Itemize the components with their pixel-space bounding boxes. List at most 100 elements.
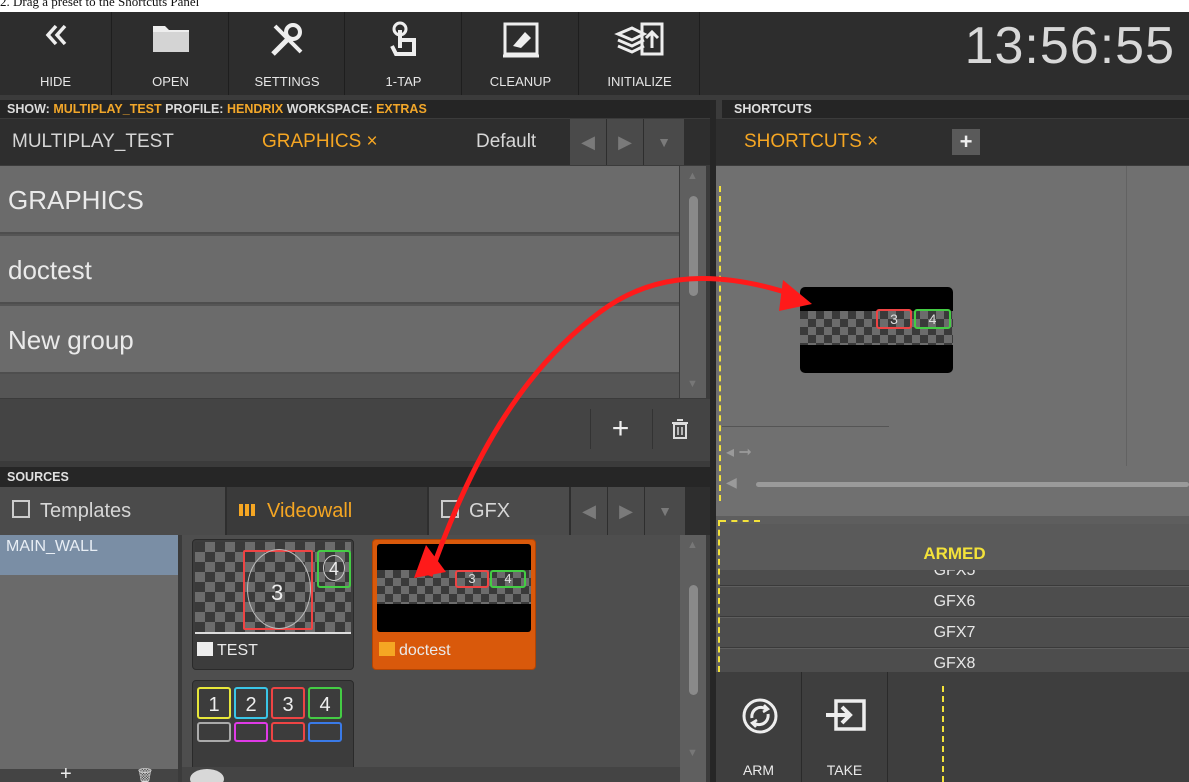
second-row-regions — [197, 722, 351, 742]
tab-multiplay-test[interactable]: MULTIPLAY_TEST — [12, 119, 232, 165]
region-number: 4 — [914, 309, 951, 329]
show-profile-bar: SHOW: MULTIPLAY_TEST PROFILE: HENDRIX WO… — [0, 100, 710, 118]
tab-scroll-right-button[interactable]: ▶ — [607, 119, 643, 165]
tab-scroll-left-button[interactable]: ◀ — [570, 119, 606, 165]
hide-label: HIDE — [39, 74, 72, 89]
sources-tabbar: Templates Videowall GFX ◀ ▶ ▼ — [0, 487, 710, 535]
preset-tile-test[interactable]: 3 4 TEST — [192, 539, 354, 670]
triangle-down-icon: ▼ — [658, 503, 672, 519]
armed-row[interactable]: GFX6 — [720, 587, 1189, 617]
shortcuts-hscrollbar[interactable] — [756, 482, 1189, 487]
cleanup-button[interactable]: CLEANUP — [463, 12, 579, 95]
preset-tile-area: 3 4 TEST 3 4 doctest 1 2 3 4 — [182, 535, 680, 782]
tab-shortcuts[interactable]: SHORTCUTS × — [744, 119, 924, 165]
cleanup-label: CLEANUP — [489, 74, 552, 89]
trash-icon — [671, 419, 688, 439]
wall-item-main-wall[interactable]: MAIN_WALL — [0, 535, 178, 575]
add-shortcuts-tab-button[interactable]: + — [952, 129, 980, 155]
tile-scrollbar[interactable]: ▲ ▼ — [680, 535, 706, 782]
tab-graphics[interactable]: GRAPHICS × — [262, 119, 422, 165]
one-tap-button[interactable]: 1-TAP — [346, 12, 462, 95]
group-scrollbar[interactable]: ▲ ▼ — [680, 166, 706, 398]
plus-icon: + — [611, 412, 630, 445]
group-bottom-bar: + — [0, 399, 710, 461]
workspace-value: EXTRAS — [376, 102, 427, 116]
take-label: TAKE — [826, 762, 863, 778]
videowall-icon — [239, 502, 257, 518]
region-number: 3 — [455, 570, 489, 588]
shortcuts-header: SHORTCUTS — [722, 100, 1189, 118]
folder-icon — [152, 26, 189, 52]
drop-zone-outline — [942, 686, 944, 782]
tab-default[interactable]: Default — [476, 119, 566, 165]
triangle-left-icon: ◀ — [581, 131, 595, 152]
zoom-slider-handle[interactable] — [190, 769, 224, 782]
scroll-down-icon: ▼ — [687, 378, 698, 390]
src-scroll-right-button[interactable]: ▶ — [608, 487, 644, 535]
region-frame: 4 — [317, 550, 351, 588]
workspace-label: WORKSPACE: — [286, 102, 373, 116]
take-button[interactable]: TAKE — [802, 672, 888, 782]
src-dropdown-button[interactable]: ▼ — [645, 487, 685, 535]
region-number: 3 — [876, 309, 912, 329]
eraser-icon — [502, 22, 539, 58]
templates-icon — [12, 500, 30, 518]
scroll-up-icon: ▲ — [687, 539, 698, 551]
initialize-label: INITIALIZE — [607, 74, 672, 89]
tab-gfx[interactable]: GFX — [429, 487, 569, 535]
open-button[interactable]: OPEN — [113, 12, 229, 95]
region-number: 1 — [197, 687, 231, 719]
preset-thumbnail: 3 4 — [377, 544, 531, 632]
tap-hand-icon — [389, 21, 416, 56]
tile-scroll-thumb[interactable] — [689, 585, 698, 695]
armed-row[interactable]: GFX5 — [720, 570, 1189, 586]
hide-button[interactable]: HIDE — [0, 12, 112, 95]
preset-thumbnail: 3 4 — [195, 542, 351, 634]
delete-group-button[interactable] — [652, 409, 706, 449]
toolbar: HIDE OPEN SETTINGS 1-TAP CLEANUP INITIAL… — [0, 12, 1189, 95]
triangle-right-icon: ▶ — [618, 131, 632, 152]
src-scroll-left-button[interactable]: ◀ — [571, 487, 607, 535]
action-bar: ARM TAKE — [716, 672, 1189, 782]
wrench-screwdriver-icon — [271, 23, 303, 56]
one-tap-label: 1-TAP — [385, 74, 422, 89]
scroll-left-icon[interactable]: ◀ — [726, 474, 737, 491]
scroll-down-icon: ▼ — [687, 747, 698, 759]
show-value: MULTIPLAY_TEST — [53, 102, 162, 116]
plus-icon: + — [959, 129, 973, 154]
region-frame — [271, 722, 305, 742]
videowall-icon — [197, 642, 213, 656]
take-enter-icon — [826, 699, 866, 731]
plus-icon[interactable]: + — [60, 763, 72, 782]
group-item-doctest[interactable]: doctest — [0, 236, 679, 304]
arm-button[interactable]: ARM — [716, 672, 802, 782]
trash-icon[interactable]: 🗑 — [136, 767, 154, 782]
open-label: OPEN — [152, 74, 189, 89]
shortcuts-panel: 3 4 ◂ ➞ ◀ — [716, 166, 1189, 516]
region-number: 4 — [308, 687, 342, 719]
show-label: SHOW: — [7, 102, 50, 116]
videowall-list: MAIN_WALL + 🗑 — [0, 535, 178, 782]
tile-label-text: TEST — [217, 642, 258, 659]
group-scroll-thumb[interactable] — [689, 196, 698, 296]
group-list: GRAPHICS doctest New group ▲ ▼ — [0, 166, 706, 398]
initialize-button[interactable]: INITIALIZE — [580, 12, 700, 95]
group-item-graphics[interactable]: GRAPHICS — [0, 166, 679, 234]
tab-videowall[interactable]: Videowall — [227, 487, 427, 535]
horizontal-scroll-arrows[interactable]: ◂ ➞ — [726, 442, 752, 462]
preset-tile-doctest[interactable]: 3 4 doctest — [372, 539, 536, 670]
tab-templates[interactable]: Templates — [0, 487, 225, 535]
armed-row[interactable]: GFX7 — [720, 618, 1189, 648]
videowall-icon — [379, 642, 395, 656]
tab-templates-label: Templates — [40, 500, 132, 522]
arm-cycle-icon — [742, 698, 778, 734]
region-number: 3 — [271, 687, 305, 719]
shortcut-preset-doctest[interactable]: 3 4 — [800, 287, 953, 373]
group-item-new-group[interactable]: New group — [0, 306, 679, 374]
settings-button[interactable]: SETTINGS — [230, 12, 345, 95]
wall-list-bottom-bar: + 🗑 — [0, 763, 178, 782]
tab-dropdown-button[interactable]: ▼ — [644, 119, 684, 165]
add-group-button[interactable]: + — [590, 409, 650, 449]
armed-row[interactable]: GFX8 — [720, 649, 1189, 672]
drop-zone-outline — [720, 520, 760, 522]
